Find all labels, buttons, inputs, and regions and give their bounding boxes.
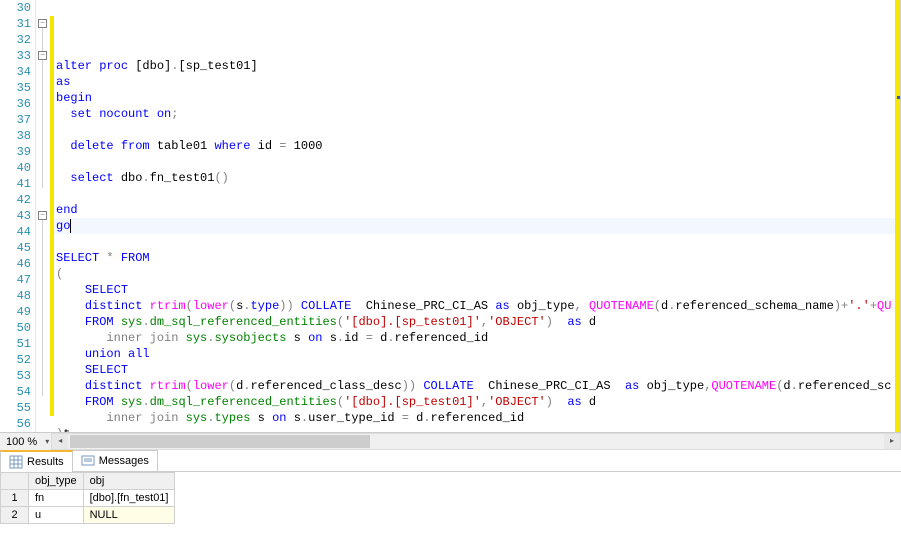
code-line[interactable]: SELECT <box>54 282 900 298</box>
grid-corner <box>1 473 29 490</box>
line-number: 50 <box>0 320 31 336</box>
column-header[interactable]: obj <box>83 473 175 490</box>
line-number: 54 <box>0 384 31 400</box>
code-line[interactable]: )t <box>54 426 900 432</box>
line-number: 51 <box>0 336 31 352</box>
messages-icon <box>81 454 95 468</box>
fold-toggle[interactable]: − <box>38 51 47 60</box>
tab-messages[interactable]: Messages <box>72 450 158 471</box>
fold-margin[interactable]: − − − <box>36 0 50 432</box>
line-number: 31 <box>0 16 31 32</box>
line-number: 40 <box>0 160 31 176</box>
line-number-gutter: 3031323334353637383940414243444546474849… <box>0 0 36 432</box>
line-number: 37 <box>0 112 31 128</box>
change-marker-left <box>50 16 54 416</box>
fold-toggle[interactable]: − <box>38 211 47 220</box>
scroll-thumb[interactable] <box>70 435 370 448</box>
code-line[interactable]: as <box>54 74 900 90</box>
overview-ruler <box>895 0 900 432</box>
code-line[interactable]: end <box>54 202 900 218</box>
line-number: 45 <box>0 240 31 256</box>
row-number: 1 <box>1 490 29 507</box>
tab-results-label: Results <box>27 456 64 468</box>
code-line[interactable]: delete from table01 where id = 1000 <box>54 138 900 154</box>
code-line[interactable]: distinct rtrim(lower(d.referenced_class_… <box>54 378 900 394</box>
scroll-left-button[interactable]: ◂ <box>52 434 68 449</box>
zoom-level[interactable]: 100 % <box>0 436 43 448</box>
results-pane: obj_typeobj1fn[dbo].[fn_test01]2uNULL <box>0 472 901 524</box>
cell-obj_type[interactable]: fn <box>29 490 84 507</box>
line-number: 34 <box>0 64 31 80</box>
tab-messages-label: Messages <box>99 455 149 467</box>
results-grid-icon <box>9 455 23 469</box>
fold-toggle[interactable]: − <box>38 19 47 28</box>
results-grid[interactable]: obj_typeobj1fn[dbo].[fn_test01]2uNULL <box>0 472 175 524</box>
line-number: 56 <box>0 416 31 432</box>
code-line[interactable]: set nocount on; <box>54 106 900 122</box>
code-line[interactable] <box>54 42 900 58</box>
overview-mark <box>897 96 900 99</box>
editor-footer: 100 % ▾ ◂ ▸ <box>0 432 901 450</box>
code-line[interactable]: alter proc [dbo].[sp_test01] <box>54 58 900 74</box>
tab-results[interactable]: Results <box>0 450 73 472</box>
code-line[interactable]: ( <box>54 266 900 282</box>
line-number: 44 <box>0 224 31 240</box>
line-number: 30 <box>0 0 31 16</box>
cell-obj[interactable]: NULL <box>83 507 175 524</box>
line-number: 41 <box>0 176 31 192</box>
table-row[interactable]: 2uNULL <box>1 507 175 524</box>
line-number: 33 <box>0 48 31 64</box>
line-number: 42 <box>0 192 31 208</box>
code-line[interactable]: FROM sys.dm_sql_referenced_entities('[db… <box>54 394 900 410</box>
code-editor[interactable]: 3031323334353637383940414243444546474849… <box>0 0 901 432</box>
line-number: 47 <box>0 272 31 288</box>
code-line[interactable]: FROM sys.dm_sql_referenced_entities('[db… <box>54 314 900 330</box>
code-line[interactable]: distinct rtrim(lower(s.type)) COLLATE Ch… <box>54 298 900 314</box>
code-line[interactable]: inner join sys.sysobjects s on s.id = d.… <box>54 330 900 346</box>
code-line[interactable]: SELECT * FROM <box>54 250 900 266</box>
line-number: 55 <box>0 400 31 416</box>
code-line[interactable]: select dbo.fn_test01() <box>54 170 900 186</box>
code-line[interactable]: union all <box>54 346 900 362</box>
code-line[interactable]: begin <box>54 90 900 106</box>
code-line[interactable] <box>54 122 900 138</box>
line-number: 53 <box>0 368 31 384</box>
table-row[interactable]: 1fn[dbo].[fn_test01] <box>1 490 175 507</box>
code-line[interactable] <box>54 154 900 170</box>
results-tabs: Results Messages <box>0 450 901 472</box>
row-number: 2 <box>1 507 29 524</box>
code-line[interactable]: SELECT <box>54 362 900 378</box>
line-number: 36 <box>0 96 31 112</box>
horizontal-scrollbar[interactable]: ◂ ▸ <box>51 433 901 450</box>
code-line[interactable]: inner join sys.types s on s.user_type_id… <box>54 410 900 426</box>
line-number: 52 <box>0 352 31 368</box>
line-number: 35 <box>0 80 31 96</box>
code-line[interactable]: go <box>54 218 900 234</box>
zoom-dropdown-icon[interactable]: ▾ <box>43 437 51 446</box>
code-line[interactable] <box>54 186 900 202</box>
code-line[interactable] <box>54 234 900 250</box>
line-number: 43 <box>0 208 31 224</box>
cell-obj[interactable]: [dbo].[fn_test01] <box>83 490 175 507</box>
code-body[interactable]: alter proc [dbo].[sp_test01]asbegin set … <box>50 0 900 432</box>
editor-pane: 3031323334353637383940414243444546474849… <box>0 0 901 450</box>
column-header[interactable]: obj_type <box>29 473 84 490</box>
line-number: 39 <box>0 144 31 160</box>
line-number: 32 <box>0 32 31 48</box>
line-number: 46 <box>0 256 31 272</box>
cell-obj_type[interactable]: u <box>29 507 84 524</box>
scroll-right-button[interactable]: ▸ <box>884 434 900 449</box>
line-number: 48 <box>0 288 31 304</box>
line-number: 49 <box>0 304 31 320</box>
line-number: 38 <box>0 128 31 144</box>
